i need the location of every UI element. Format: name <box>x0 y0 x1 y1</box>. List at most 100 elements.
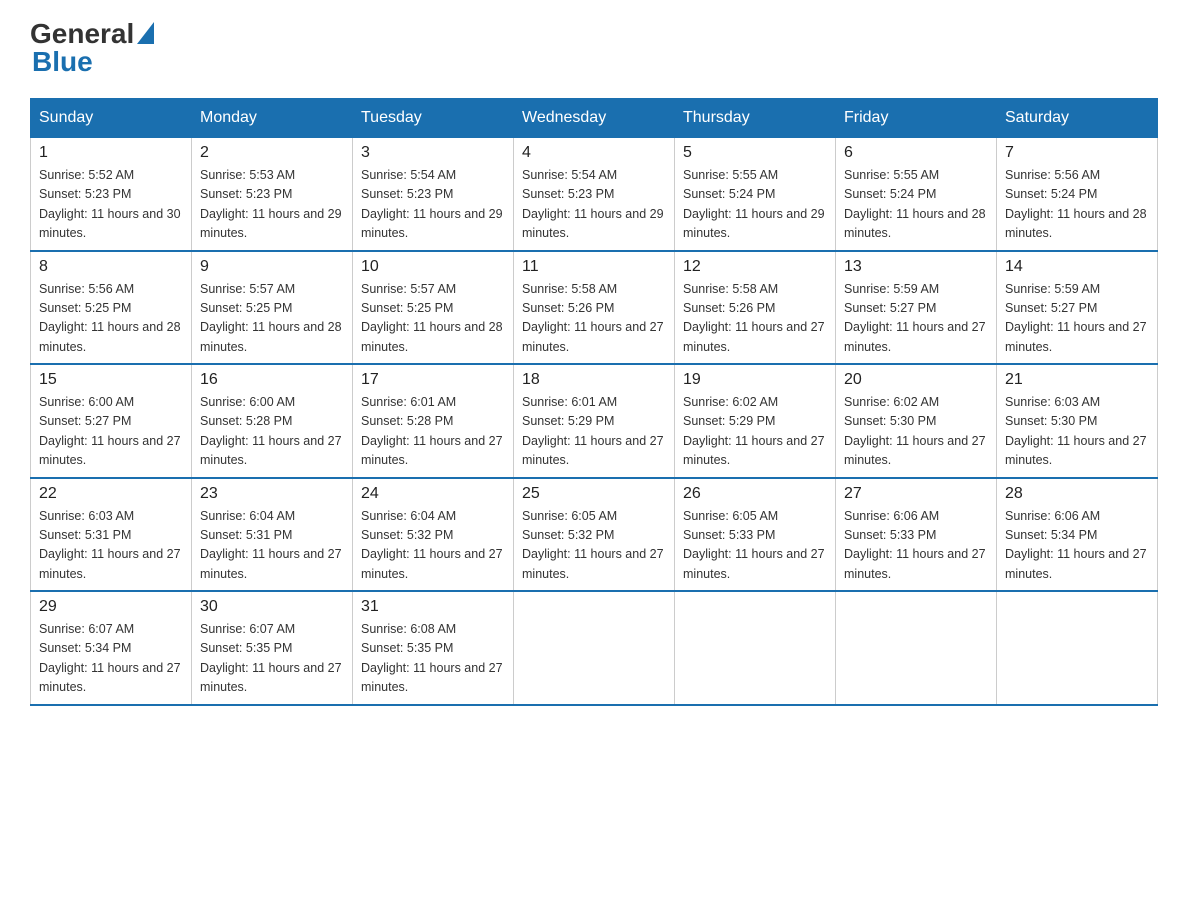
day-info: Sunrise: 5:58 AMSunset: 5:26 PMDaylight:… <box>522 280 666 358</box>
day-info: Sunrise: 6:07 AMSunset: 5:34 PMDaylight:… <box>39 620 183 698</box>
header-cell-tuesday: Tuesday <box>353 99 514 138</box>
calendar-cell: 29 Sunrise: 6:07 AMSunset: 5:34 PMDayligh… <box>31 591 192 705</box>
calendar-cell: 11 Sunrise: 5:58 AMSunset: 5:26 PMDayligh… <box>514 251 675 365</box>
day-number: 13 <box>844 258 988 276</box>
day-number: 7 <box>1005 144 1149 162</box>
calendar-cell: 24 Sunrise: 6:04 AMSunset: 5:32 PMDayligh… <box>353 478 514 592</box>
day-number: 8 <box>39 258 183 276</box>
calendar-cell: 6 Sunrise: 5:55 AMSunset: 5:24 PMDaylight… <box>836 138 997 251</box>
calendar-cell: 9 Sunrise: 5:57 AMSunset: 5:25 PMDaylight… <box>192 251 353 365</box>
day-number: 27 <box>844 485 988 503</box>
day-info: Sunrise: 6:02 AMSunset: 5:30 PMDaylight:… <box>844 393 988 471</box>
calendar-cell <box>514 591 675 705</box>
calendar-cell: 16 Sunrise: 6:00 AMSunset: 5:28 PMDayligh… <box>192 364 353 478</box>
calendar-cell: 8 Sunrise: 5:56 AMSunset: 5:25 PMDaylight… <box>31 251 192 365</box>
day-info: Sunrise: 5:55 AMSunset: 5:24 PMDaylight:… <box>683 166 827 244</box>
day-number: 9 <box>200 258 344 276</box>
day-info: Sunrise: 6:04 AMSunset: 5:32 PMDaylight:… <box>361 507 505 585</box>
day-info: Sunrise: 6:01 AMSunset: 5:29 PMDaylight:… <box>522 393 666 471</box>
logo-blue-text: Blue <box>32 46 93 77</box>
day-info: Sunrise: 6:04 AMSunset: 5:31 PMDaylight:… <box>200 507 344 585</box>
day-number: 18 <box>522 371 666 389</box>
day-number: 16 <box>200 371 344 389</box>
day-info: Sunrise: 6:06 AMSunset: 5:33 PMDaylight:… <box>844 507 988 585</box>
calendar-cell: 17 Sunrise: 6:01 AMSunset: 5:28 PMDayligh… <box>353 364 514 478</box>
day-info: Sunrise: 5:57 AMSunset: 5:25 PMDaylight:… <box>361 280 505 358</box>
calendar-cell: 13 Sunrise: 5:59 AMSunset: 5:27 PMDayligh… <box>836 251 997 365</box>
day-info: Sunrise: 5:55 AMSunset: 5:24 PMDaylight:… <box>844 166 988 244</box>
header-cell-sunday: Sunday <box>31 99 192 138</box>
day-number: 24 <box>361 485 505 503</box>
calendar-cell: 2 Sunrise: 5:53 AMSunset: 5:23 PMDaylight… <box>192 138 353 251</box>
day-number: 10 <box>361 258 505 276</box>
day-info: Sunrise: 5:56 AMSunset: 5:24 PMDaylight:… <box>1005 166 1149 244</box>
day-number: 4 <box>522 144 666 162</box>
day-number: 11 <box>522 258 666 276</box>
calendar-table: SundayMondayTuesdayWednesdayThursdayFrid… <box>30 98 1158 706</box>
calendar-cell: 22 Sunrise: 6:03 AMSunset: 5:31 PMDayligh… <box>31 478 192 592</box>
calendar-body: 1 Sunrise: 5:52 AMSunset: 5:23 PMDaylight… <box>31 138 1158 705</box>
day-info: Sunrise: 6:07 AMSunset: 5:35 PMDaylight:… <box>200 620 344 698</box>
calendar-cell: 21Sunrise: 6:03 AMSunset: 5:30 PMDayligh… <box>997 364 1158 478</box>
day-info: Sunrise: 5:57 AMSunset: 5:25 PMDaylight:… <box>200 280 344 358</box>
calendar-cell: 7 Sunrise: 5:56 AMSunset: 5:24 PMDaylight… <box>997 138 1158 251</box>
day-info: Sunrise: 6:02 AMSunset: 5:29 PMDaylight:… <box>683 393 827 471</box>
day-info: Sunrise: 6:05 AMSunset: 5:32 PMDaylight:… <box>522 507 666 585</box>
calendar-cell: 30Sunrise: 6:07 AMSunset: 5:35 PMDayligh… <box>192 591 353 705</box>
logo: General Blue <box>30 20 154 78</box>
day-number: 12 <box>683 258 827 276</box>
logo-general-text: General <box>30 20 134 48</box>
header-row: SundayMondayTuesdayWednesdayThursdayFrid… <box>31 99 1158 138</box>
calendar-cell: 18 Sunrise: 6:01 AMSunset: 5:29 PMDayligh… <box>514 364 675 478</box>
calendar-week-5: 29 Sunrise: 6:07 AMSunset: 5:34 PMDayligh… <box>31 591 1158 705</box>
day-info: Sunrise: 6:03 AMSunset: 5:30 PMDaylight:… <box>1005 393 1149 471</box>
day-number: 1 <box>39 144 183 162</box>
logo-arrow-icon <box>137 22 154 44</box>
day-number: 31 <box>361 598 505 616</box>
day-info: Sunrise: 6:06 AMSunset: 5:34 PMDaylight:… <box>1005 507 1149 585</box>
day-info: Sunrise: 5:53 AMSunset: 5:23 PMDaylight:… <box>200 166 344 244</box>
day-info: Sunrise: 6:03 AMSunset: 5:31 PMDaylight:… <box>39 507 183 585</box>
day-number: 6 <box>844 144 988 162</box>
day-info: Sunrise: 6:08 AMSunset: 5:35 PMDaylight:… <box>361 620 505 698</box>
header-cell-saturday: Saturday <box>997 99 1158 138</box>
calendar-cell: 23 Sunrise: 6:04 AMSunset: 5:31 PMDayligh… <box>192 478 353 592</box>
day-info: Sunrise: 5:54 AMSunset: 5:23 PMDaylight:… <box>361 166 505 244</box>
day-number: 15 <box>39 371 183 389</box>
calendar-cell: 1 Sunrise: 5:52 AMSunset: 5:23 PMDaylight… <box>31 138 192 251</box>
day-info: Sunrise: 6:01 AMSunset: 5:28 PMDaylight:… <box>361 393 505 471</box>
calendar-cell: 25Sunrise: 6:05 AMSunset: 5:32 PMDayligh… <box>514 478 675 592</box>
day-info: Sunrise: 5:52 AMSunset: 5:23 PMDaylight:… <box>39 166 183 244</box>
day-info: Sunrise: 5:56 AMSunset: 5:25 PMDaylight:… <box>39 280 183 358</box>
calendar-cell: 4 Sunrise: 5:54 AMSunset: 5:23 PMDaylight… <box>514 138 675 251</box>
calendar-cell: 31 Sunrise: 6:08 AMSunset: 5:35 PMDayligh… <box>353 591 514 705</box>
calendar-cell: 19 Sunrise: 6:02 AMSunset: 5:29 PMDayligh… <box>675 364 836 478</box>
day-number: 26 <box>683 485 827 503</box>
day-info: Sunrise: 5:54 AMSunset: 5:23 PMDaylight:… <box>522 166 666 244</box>
calendar-week-3: 15 Sunrise: 6:00 AMSunset: 5:27 PMDayligh… <box>31 364 1158 478</box>
day-number: 20 <box>844 371 988 389</box>
calendar-cell <box>997 591 1158 705</box>
day-number: 28 <box>1005 485 1149 503</box>
day-info: Sunrise: 5:59 AMSunset: 5:27 PMDaylight:… <box>844 280 988 358</box>
day-number: 17 <box>361 371 505 389</box>
day-info: Sunrise: 5:59 AMSunset: 5:27 PMDaylight:… <box>1005 280 1149 358</box>
page-header: General Blue <box>30 20 1158 78</box>
calendar-cell: 3Sunrise: 5:54 AMSunset: 5:23 PMDaylight… <box>353 138 514 251</box>
calendar-week-2: 8 Sunrise: 5:56 AMSunset: 5:25 PMDaylight… <box>31 251 1158 365</box>
calendar-cell: 12 Sunrise: 5:58 AMSunset: 5:26 PMDayligh… <box>675 251 836 365</box>
day-number: 22 <box>39 485 183 503</box>
day-number: 19 <box>683 371 827 389</box>
day-number: 23 <box>200 485 344 503</box>
day-number: 29 <box>39 598 183 616</box>
calendar-cell <box>675 591 836 705</box>
day-info: Sunrise: 5:58 AMSunset: 5:26 PMDaylight:… <box>683 280 827 358</box>
day-info: Sunrise: 6:00 AMSunset: 5:27 PMDaylight:… <box>39 393 183 471</box>
calendar-cell: 10 Sunrise: 5:57 AMSunset: 5:25 PMDayligh… <box>353 251 514 365</box>
calendar-cell <box>836 591 997 705</box>
header-cell-monday: Monday <box>192 99 353 138</box>
day-info: Sunrise: 6:00 AMSunset: 5:28 PMDaylight:… <box>200 393 344 471</box>
calendar-cell: 26Sunrise: 6:05 AMSunset: 5:33 PMDayligh… <box>675 478 836 592</box>
day-number: 5 <box>683 144 827 162</box>
day-number: 2 <box>200 144 344 162</box>
